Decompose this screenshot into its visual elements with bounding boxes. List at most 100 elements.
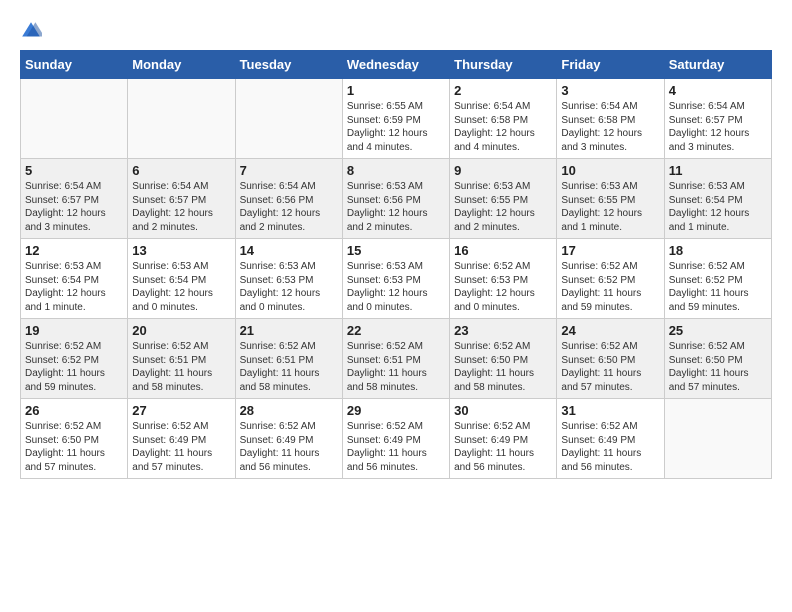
calendar-day-cell: 30 Sunrise: 6:52 AM Sunset: 6:49 PM Dayli… [450,399,557,479]
day-number: 23 [454,323,552,338]
calendar-day-cell: 17 Sunrise: 6:52 AM Sunset: 6:52 PM Dayli… [557,239,664,319]
day-number: 18 [669,243,767,258]
day-info: Sunrise: 6:54 AM Sunset: 6:57 PM Dayligh… [25,180,123,234]
calendar-day-cell: 20 Sunrise: 6:52 AM Sunset: 6:51 PM Dayli… [128,319,235,399]
day-number: 11 [669,163,767,178]
day-info: Sunrise: 6:52 AM Sunset: 6:52 PM Dayligh… [25,340,123,394]
day-number: 29 [347,403,445,418]
day-number: 10 [561,163,659,178]
calendar-day-cell: 15 Sunrise: 6:53 AM Sunset: 6:53 PM Dayli… [342,239,449,319]
day-info: Sunrise: 6:52 AM Sunset: 6:51 PM Dayligh… [240,340,338,394]
calendar-day-cell: 18 Sunrise: 6:52 AM Sunset: 6:52 PM Dayli… [664,239,771,319]
day-info: Sunrise: 6:52 AM Sunset: 6:53 PM Dayligh… [454,260,552,314]
page: SundayMondayTuesdayWednesdayThursdayFrid… [0,0,792,489]
day-info: Sunrise: 6:52 AM Sunset: 6:49 PM Dayligh… [454,420,552,474]
day-number: 26 [25,403,123,418]
day-number: 24 [561,323,659,338]
day-info: Sunrise: 6:53 AM Sunset: 6:53 PM Dayligh… [240,260,338,314]
weekday-header-wednesday: Wednesday [342,51,449,79]
day-info: Sunrise: 6:52 AM Sunset: 6:50 PM Dayligh… [669,340,767,394]
day-number: 1 [347,83,445,98]
calendar-day-cell: 1Sunrise: 6:55 AM Sunset: 6:59 PM Daylig… [342,79,449,159]
day-info: Sunrise: 6:54 AM Sunset: 6:57 PM Dayligh… [132,180,230,234]
day-info: Sunrise: 6:52 AM Sunset: 6:49 PM Dayligh… [561,420,659,474]
day-number: 7 [240,163,338,178]
day-info: Sunrise: 6:52 AM Sunset: 6:50 PM Dayligh… [454,340,552,394]
calendar-week-row: 19 Sunrise: 6:52 AM Sunset: 6:52 PM Dayli… [21,319,772,399]
calendar-week-row: 5 Sunrise: 6:54 AM Sunset: 6:57 PM Daylig… [21,159,772,239]
day-number: 15 [347,243,445,258]
day-info: Sunrise: 6:53 AM Sunset: 6:56 PM Dayligh… [347,180,445,234]
calendar-day-cell: 11 Sunrise: 6:53 AM Sunset: 6:54 PM Dayli… [664,159,771,239]
day-number: 9 [454,163,552,178]
calendar-day-cell: 31 Sunrise: 6:52 AM Sunset: 6:49 PM Dayli… [557,399,664,479]
calendar-day-cell: 14Sunrise: 6:53 AM Sunset: 6:53 PM Dayli… [235,239,342,319]
weekday-header-friday: Friday [557,51,664,79]
calendar-day-cell: 6 Sunrise: 6:54 AM Sunset: 6:57 PM Daylig… [128,159,235,239]
weekday-header-thursday: Thursday [450,51,557,79]
day-info: Sunrise: 6:52 AM Sunset: 6:52 PM Dayligh… [561,260,659,314]
calendar-table: SundayMondayTuesdayWednesdayThursdayFrid… [20,50,772,479]
weekday-header-monday: Monday [128,51,235,79]
day-info: Sunrise: 6:52 AM Sunset: 6:52 PM Dayligh… [669,260,767,314]
day-number: 22 [347,323,445,338]
calendar-day-cell: 24 Sunrise: 6:52 AM Sunset: 6:50 PM Dayli… [557,319,664,399]
calendar-day-cell [128,79,235,159]
day-info: Sunrise: 6:53 AM Sunset: 6:55 PM Dayligh… [561,180,659,234]
calendar-day-cell: 22 Sunrise: 6:52 AM Sunset: 6:51 PM Dayli… [342,319,449,399]
weekday-header-saturday: Saturday [664,51,771,79]
day-info: Sunrise: 6:53 AM Sunset: 6:53 PM Dayligh… [347,260,445,314]
calendar-day-cell: 7Sunrise: 6:54 AM Sunset: 6:56 PM Daylig… [235,159,342,239]
calendar-day-cell: 26 Sunrise: 6:52 AM Sunset: 6:50 PM Dayli… [21,399,128,479]
day-info: Sunrise: 6:52 AM Sunset: 6:49 PM Dayligh… [240,420,338,474]
day-info: Sunrise: 6:54 AM Sunset: 6:57 PM Dayligh… [669,100,767,154]
calendar-day-cell: 10 Sunrise: 6:53 AM Sunset: 6:55 PM Dayli… [557,159,664,239]
calendar-day-cell: 27 Sunrise: 6:52 AM Sunset: 6:49 PM Dayli… [128,399,235,479]
day-number: 19 [25,323,123,338]
day-info: Sunrise: 6:52 AM Sunset: 6:49 PM Dayligh… [132,420,230,474]
day-number: 30 [454,403,552,418]
day-number: 5 [25,163,123,178]
calendar-day-cell: 28Sunrise: 6:52 AM Sunset: 6:49 PM Dayli… [235,399,342,479]
calendar-week-row: 12Sunrise: 6:53 AM Sunset: 6:54 PM Dayli… [21,239,772,319]
day-number: 16 [454,243,552,258]
calendar-day-cell: 21 Sunrise: 6:52 AM Sunset: 6:51 PM Dayli… [235,319,342,399]
day-number: 6 [132,163,230,178]
day-number: 13 [132,243,230,258]
calendar-day-cell: 12Sunrise: 6:53 AM Sunset: 6:54 PM Dayli… [21,239,128,319]
day-info: Sunrise: 6:52 AM Sunset: 6:50 PM Dayligh… [25,420,123,474]
calendar-day-cell: 23 Sunrise: 6:52 AM Sunset: 6:50 PM Dayli… [450,319,557,399]
day-info: Sunrise: 6:52 AM Sunset: 6:49 PM Dayligh… [347,420,445,474]
calendar-day-cell: 19 Sunrise: 6:52 AM Sunset: 6:52 PM Dayli… [21,319,128,399]
day-info: Sunrise: 6:53 AM Sunset: 6:55 PM Dayligh… [454,180,552,234]
calendar-day-cell: 8 Sunrise: 6:53 AM Sunset: 6:56 PM Daylig… [342,159,449,239]
calendar-day-cell: 3Sunrise: 6:54 AM Sunset: 6:58 PM Daylig… [557,79,664,159]
calendar-day-cell: 5 Sunrise: 6:54 AM Sunset: 6:57 PM Daylig… [21,159,128,239]
day-number: 25 [669,323,767,338]
calendar-day-cell: 2Sunrise: 6:54 AM Sunset: 6:58 PM Daylig… [450,79,557,159]
calendar-day-cell [664,399,771,479]
day-info: Sunrise: 6:54 AM Sunset: 6:58 PM Dayligh… [454,100,552,154]
day-info: Sunrise: 6:52 AM Sunset: 6:51 PM Dayligh… [132,340,230,394]
day-number: 8 [347,163,445,178]
day-number: 21 [240,323,338,338]
day-number: 4 [669,83,767,98]
weekday-header-sunday: Sunday [21,51,128,79]
logo [20,20,46,42]
weekday-header-tuesday: Tuesday [235,51,342,79]
calendar-week-row: 26 Sunrise: 6:52 AM Sunset: 6:50 PM Dayli… [21,399,772,479]
day-info: Sunrise: 6:54 AM Sunset: 6:58 PM Dayligh… [561,100,659,154]
day-info: Sunrise: 6:52 AM Sunset: 6:51 PM Dayligh… [347,340,445,394]
day-number: 20 [132,323,230,338]
day-info: Sunrise: 6:53 AM Sunset: 6:54 PM Dayligh… [669,180,767,234]
calendar-day-cell: 9 Sunrise: 6:53 AM Sunset: 6:55 PM Daylig… [450,159,557,239]
day-info: Sunrise: 6:53 AM Sunset: 6:54 PM Dayligh… [25,260,123,314]
calendar-day-cell: 25 Sunrise: 6:52 AM Sunset: 6:50 PM Dayli… [664,319,771,399]
day-number: 31 [561,403,659,418]
calendar-day-cell: 4 Sunrise: 6:54 AM Sunset: 6:57 PM Daylig… [664,79,771,159]
day-info: Sunrise: 6:52 AM Sunset: 6:50 PM Dayligh… [561,340,659,394]
day-info: Sunrise: 6:53 AM Sunset: 6:54 PM Dayligh… [132,260,230,314]
calendar-day-cell: 13 Sunrise: 6:53 AM Sunset: 6:54 PM Dayli… [128,239,235,319]
day-number: 27 [132,403,230,418]
day-number: 17 [561,243,659,258]
